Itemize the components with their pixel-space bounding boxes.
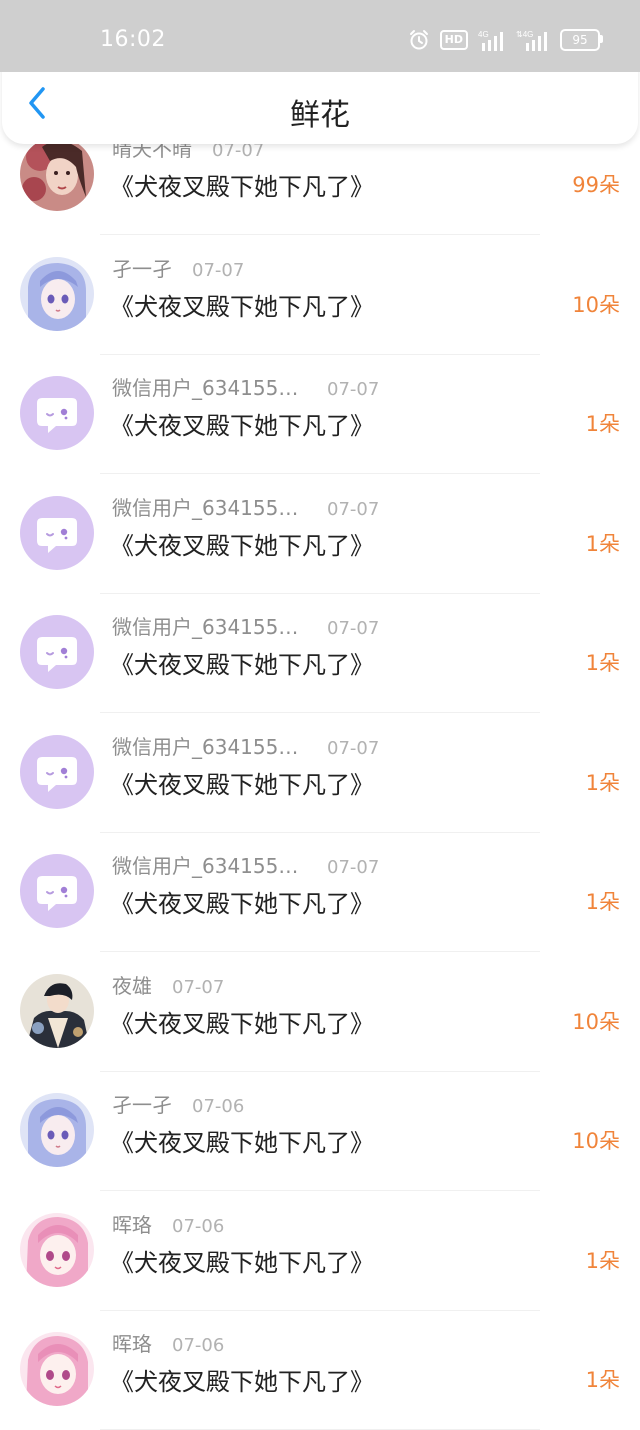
svg-text:⇅4G: ⇅4G bbox=[516, 30, 533, 39]
flower-count: 1朵 bbox=[585, 531, 620, 556]
username[interactable]: 孑一孑 bbox=[112, 253, 172, 282]
nav-bar: 鲜花 bbox=[2, 66, 638, 144]
item-meta: 夜雄 07-07 bbox=[112, 970, 225, 999]
list-item[interactable]: 晖珞 07-06 《犬夜叉殿下她下凡了》 1朵 bbox=[0, 1192, 640, 1311]
username[interactable]: 微信用户_6341558... bbox=[112, 731, 307, 760]
date: 07-07 bbox=[327, 498, 380, 520]
item-meta: 微信用户_6341558... 07-07 bbox=[112, 611, 380, 640]
list-item[interactable]: 微信用户_6341558... 07-07 《犬夜叉殿下她下凡了》 1朵 bbox=[0, 714, 640, 833]
flower-count: 99朵 bbox=[572, 173, 620, 197]
flower-gift-list: 晴天不晴 07-07 《犬夜叉殿下她下凡了》 99朵 孑一孑 07-07 《犬夜… bbox=[0, 0, 640, 1430]
flower-count: 1朵 bbox=[585, 1248, 620, 1273]
signal-4g-secondary-icon: ⇅4G bbox=[516, 29, 550, 51]
list-item[interactable]: 微信用户_6341558... 07-07 《犬夜叉殿下她下凡了》 1朵 bbox=[0, 475, 640, 594]
list-item[interactable]: 微信用户_6341558... 07-07 《犬夜叉殿下她下凡了》 1朵 bbox=[0, 833, 640, 952]
avatar[interactable] bbox=[20, 376, 94, 450]
item-meta: 微信用户_6341558... 07-07 bbox=[112, 372, 380, 401]
alarm-icon bbox=[408, 29, 430, 51]
item-meta: 微信用户_6341558... 07-07 bbox=[112, 492, 380, 521]
date: 07-07 bbox=[327, 618, 380, 639]
item-meta: 孑一孑 07-06 bbox=[112, 1089, 245, 1118]
book-title[interactable]: 《犬夜叉殿下她下凡了》 bbox=[110, 765, 374, 800]
flower-count: 1朵 bbox=[585, 1368, 620, 1392]
item-meta: 孑一孑 07-07 bbox=[112, 253, 245, 282]
date: 07-06 bbox=[172, 1335, 225, 1356]
flower-count: 10朵 bbox=[572, 292, 620, 317]
list-item[interactable]: 夜雄 07-07 《犬夜叉殿下她下凡了》 10朵 bbox=[0, 953, 640, 1072]
list-item[interactable]: 孑一孑 07-07 《犬夜叉殿下她下凡了》 10朵 bbox=[0, 236, 640, 355]
list-item[interactable]: 微信用户_6341558... 07-07 《犬夜叉殿下她下凡了》 1朵 bbox=[0, 594, 640, 713]
book-title[interactable]: 《犬夜叉殿下她下凡了》 bbox=[110, 1123, 374, 1158]
page-title: 鲜花 bbox=[290, 98, 350, 133]
avatar[interactable] bbox=[20, 1093, 94, 1167]
item-meta: 微信用户_6341558... 07-07 bbox=[112, 850, 380, 879]
avatar[interactable] bbox=[20, 256, 94, 331]
book-title[interactable]: 《犬夜叉殿下她下凡了》 bbox=[110, 645, 374, 680]
book-title[interactable]: 《犬夜叉殿下她下凡了》 bbox=[110, 884, 374, 919]
date: 07-07 bbox=[327, 379, 380, 400]
avatar[interactable] bbox=[20, 137, 94, 211]
status-time: 16:02 bbox=[100, 27, 166, 52]
book-title[interactable]: 《犬夜叉殿下她下凡了》 bbox=[110, 167, 374, 202]
username[interactable]: 晖珞 bbox=[112, 1328, 152, 1357]
username[interactable]: 晖珞 bbox=[112, 1209, 152, 1238]
avatar[interactable] bbox=[20, 1212, 94, 1287]
date: 07-07 bbox=[172, 976, 225, 998]
username[interactable]: 微信用户_6341558... bbox=[112, 492, 307, 521]
date: 07-07 bbox=[192, 259, 245, 281]
date: 07-06 bbox=[192, 1096, 245, 1117]
avatar[interactable] bbox=[20, 854, 94, 928]
book-title[interactable]: 《犬夜叉殿下她下凡了》 bbox=[110, 1243, 374, 1278]
hd-icon: HD bbox=[439, 30, 468, 50]
date: 07-06 bbox=[172, 1215, 225, 1237]
flower-count: 1朵 bbox=[585, 770, 620, 795]
date: 07-07 bbox=[327, 737, 380, 759]
book-title[interactable]: 《犬夜叉殿下她下凡了》 bbox=[110, 1004, 374, 1039]
flower-count: 1朵 bbox=[585, 890, 620, 914]
item-meta: 微信用户_6341558... 07-07 bbox=[112, 731, 380, 760]
status-bar: 16:02 HD 4G ⇅4G 95 bbox=[0, 0, 640, 72]
list-item[interactable]: 微信用户_6341558... 07-07 《犬夜叉殿下她下凡了》 1朵 bbox=[0, 355, 640, 474]
item-meta: 晖珞 07-06 bbox=[112, 1328, 225, 1357]
date: 07-07 bbox=[327, 857, 380, 878]
flower-count: 10朵 bbox=[572, 1129, 620, 1153]
battery-icon: 95 bbox=[560, 29, 603, 51]
flower-count: 1朵 bbox=[585, 651, 620, 675]
avatar[interactable] bbox=[20, 615, 94, 689]
username[interactable]: 微信用户_6341558... bbox=[112, 611, 307, 640]
svg-text:4G: 4G bbox=[478, 30, 489, 39]
username[interactable]: 孑一孑 bbox=[112, 1089, 172, 1118]
username[interactable]: 微信用户_6341558... bbox=[112, 372, 307, 401]
username[interactable]: 夜雄 bbox=[112, 970, 152, 999]
username[interactable]: 微信用户_6341558... bbox=[112, 850, 307, 879]
avatar[interactable] bbox=[20, 1332, 94, 1406]
book-title[interactable]: 《犬夜叉殿下她下凡了》 bbox=[110, 526, 374, 561]
flower-count: 10朵 bbox=[572, 1009, 620, 1034]
item-meta: 晖珞 07-06 bbox=[112, 1209, 225, 1238]
book-title[interactable]: 《犬夜叉殿下她下凡了》 bbox=[110, 406, 374, 441]
avatar[interactable] bbox=[20, 973, 94, 1048]
avatar[interactable] bbox=[20, 495, 94, 570]
book-title[interactable]: 《犬夜叉殿下她下凡了》 bbox=[110, 287, 374, 322]
avatar[interactable] bbox=[20, 734, 94, 809]
status-icons: HD 4G ⇅4G 95 bbox=[408, 28, 603, 52]
book-title[interactable]: 《犬夜叉殿下她下凡了》 bbox=[110, 1362, 374, 1397]
list-item[interactable]: 晖珞 07-06 《犬夜叉殿下她下凡了》 1朵 bbox=[0, 1311, 640, 1430]
signal-4g-icon: 4G bbox=[478, 29, 506, 51]
flower-count: 1朵 bbox=[585, 412, 620, 436]
list-item[interactable]: 孑一孑 07-06 《犬夜叉殿下她下凡了》 10朵 bbox=[0, 1072, 640, 1191]
